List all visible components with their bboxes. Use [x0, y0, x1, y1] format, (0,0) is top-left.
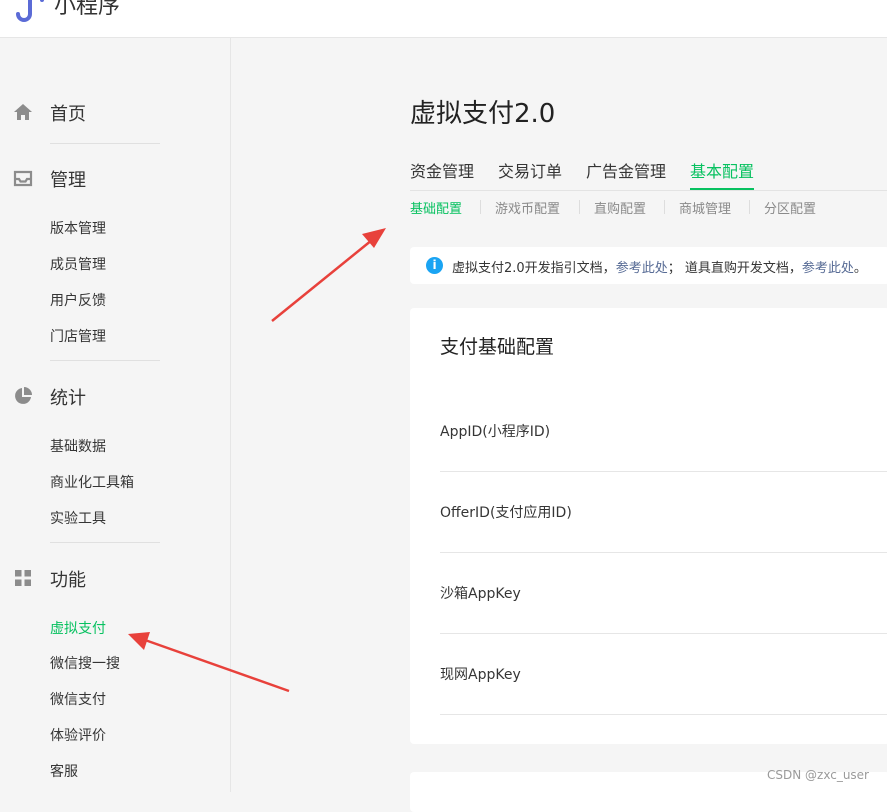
sidebar-item-virtual-payment[interactable]: 虚拟支付: [50, 618, 106, 638]
watermark: CSDN @zxc_user: [767, 768, 869, 782]
sidebar-group-manage[interactable]: 管理: [0, 157, 230, 197]
subtab-divider: [664, 200, 665, 214]
sidebar-item-wechat-pay[interactable]: 微信支付: [50, 689, 106, 709]
sidebar-group-label: 功能: [50, 570, 86, 591]
tab-fund-management[interactable]: 资金管理: [410, 158, 474, 182]
home-icon: [14, 104, 32, 120]
subtab-mall-management[interactable]: 商城管理: [679, 198, 731, 217]
notice-text: 虚拟支付2.0开发指引文档，参考此处； 道具直购开发文档，参考此处。: [452, 257, 867, 276]
sidebar-item-user-feedback[interactable]: 用户反馈: [50, 290, 106, 310]
subtab-direct-purchase-config[interactable]: 直购配置: [594, 198, 646, 217]
sidebar-group-label: 管理: [50, 170, 86, 191]
card-title: 支付基础配置: [440, 336, 555, 358]
payment-config-card: 支付基础配置 AppID(小程序ID) OfferID(支付应用ID) 沙箱Ap…: [410, 308, 887, 744]
inbox-icon: [13, 170, 33, 187]
field-label: OfferID(支付应用ID): [440, 505, 572, 521]
subtab-partition-config[interactable]: 分区配置: [764, 198, 816, 217]
sidebar-item-experiment-tools[interactable]: 实验工具: [50, 508, 106, 528]
field-label: AppID(小程序ID): [440, 424, 551, 440]
sidebar-item-wechat-search[interactable]: 微信搜一搜: [50, 653, 120, 673]
field-label: 沙箱AppKey: [440, 586, 521, 602]
sidebar-group-features[interactable]: 功能: [0, 557, 230, 597]
field-label: 现网AppKey: [440, 667, 521, 683]
sidebar-item-basic-data[interactable]: 基础数据: [50, 436, 106, 456]
divider: [50, 542, 160, 543]
sidebar-item-customer-service[interactable]: 客服: [50, 761, 78, 781]
info-notice: i 虚拟支付2.0开发指引文档，参考此处； 道具直购开发文档，参考此处。: [410, 247, 887, 284]
main-content: 虚拟支付2.0 资金管理 交易订单 广告金管理 基本配置 基础配置 游戏币配置 …: [231, 38, 887, 812]
divider: [50, 360, 160, 361]
field-production-appkey: 现网AppKey: [440, 633, 887, 715]
divider: [50, 143, 160, 144]
subtab-divider: [749, 200, 750, 214]
sidebar: 首页 管理 版本管理 成员管理 用户反馈 门店管理 统计 基础数据 商业化工具箱…: [0, 38, 231, 792]
subtab-basic-config[interactable]: 基础配置: [410, 198, 462, 217]
sidebar-item-commerce-toolbox[interactable]: 商业化工具箱: [50, 472, 134, 492]
tab-ad-fund-management[interactable]: 广告金管理: [586, 158, 666, 182]
app-name[interactable]: 小程序: [54, 0, 120, 22]
subtab-game-coin-config[interactable]: 游戏币配置: [495, 198, 560, 217]
field-sandbox-appkey: 沙箱AppKey: [440, 552, 887, 634]
field-offerid: OfferID(支付应用ID): [440, 471, 887, 553]
tab-bar: 资金管理 交易订单 广告金管理 基本配置: [410, 158, 887, 191]
notice-text-1: 虚拟支付2.0开发指引文档，: [452, 261, 616, 276]
info-icon: i: [426, 257, 443, 274]
sidebar-item-member-management[interactable]: 成员管理: [50, 254, 106, 274]
doc-link-2[interactable]: 参考此处: [802, 261, 854, 276]
grid-icon: [15, 570, 31, 586]
doc-link-1[interactable]: 参考此处: [616, 261, 668, 276]
subtab-divider: [480, 200, 481, 214]
tab-basic-config[interactable]: 基本配置: [690, 158, 754, 182]
sidebar-item-store-management[interactable]: 门店管理: [50, 326, 106, 346]
tab-trade-orders[interactable]: 交易订单: [498, 158, 562, 182]
active-tab-indicator: [690, 188, 754, 190]
mini-program-logo-icon: [16, 0, 44, 22]
sidebar-group-label: 统计: [50, 388, 86, 409]
notice-text-3: 。: [853, 261, 867, 276]
sidebar-group-statistics[interactable]: 统计: [0, 375, 230, 415]
notice-text-2: ； 道具直购开发文档，: [667, 261, 802, 276]
sidebar-item-experience-review[interactable]: 体验评价: [50, 725, 106, 745]
sidebar-item-version-management[interactable]: 版本管理: [50, 218, 106, 238]
subtab-divider: [579, 200, 580, 214]
sidebar-item-home[interactable]: 首页: [0, 91, 230, 131]
top-bar: 小程序: [0, 0, 887, 38]
sidebar-group-label: 首页: [50, 104, 86, 125]
field-appid: AppID(小程序ID): [440, 390, 887, 472]
page-title: 虚拟支付2.0: [410, 99, 556, 129]
pie-chart-icon: [15, 387, 32, 404]
